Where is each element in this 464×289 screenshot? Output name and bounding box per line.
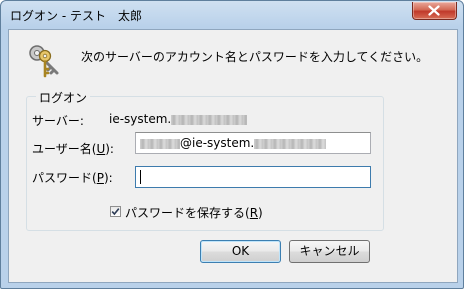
- username-field[interactable]: @ie-system.: [135, 132, 371, 154]
- close-button[interactable]: [412, 2, 457, 20]
- close-icon: [428, 5, 440, 16]
- username-access-key: U: [96, 142, 106, 156]
- instruction-text: 次のサーバーのアカウント名とパスワードを入力してください。: [81, 50, 429, 64]
- username-label-suffix: ):: [105, 142, 114, 156]
- save-password-prefix: パスワードを保存する(: [125, 206, 250, 220]
- password-label: パスワード(P):: [32, 169, 113, 186]
- username-label-prefix: ユーザー名(: [32, 142, 97, 156]
- password-label-suffix: ):: [103, 171, 113, 185]
- save-password-label[interactable]: パスワードを保存する(R): [125, 204, 263, 221]
- username-label: ユーザー名(U):: [32, 140, 114, 157]
- logon-dialog-window: ログオン - テスト 太郎 次のサーバーのアカウント名とパスワードを入力してくだ…: [0, 0, 464, 289]
- keys-icon: [29, 45, 59, 78]
- password-access-key: P: [96, 171, 104, 185]
- checkmark-icon: [111, 208, 120, 216]
- ok-button[interactable]: OK: [200, 240, 281, 263]
- redacted-text: [140, 138, 180, 149]
- password-field[interactable]: [135, 166, 371, 188]
- server-value: ie-system.: [109, 112, 248, 126]
- redacted-text: [171, 114, 248, 125]
- username-value-text: @ie-system.: [180, 136, 255, 150]
- title-bar[interactable]: ログオン - テスト 太郎: [1, 1, 463, 29]
- cancel-button[interactable]: キャンセル: [289, 240, 370, 263]
- text-caret: [140, 170, 141, 184]
- window-title: ログオン - テスト 太郎: [10, 9, 142, 23]
- password-label-prefix: パスワード(: [32, 171, 97, 185]
- server-label: サーバー:: [32, 114, 84, 128]
- server-value-text: ie-system.: [109, 112, 172, 126]
- redacted-text: [254, 138, 327, 149]
- dialog-body: 次のサーバーのアカウント名とパスワードを入力してください。 ログオン サーバー:…: [8, 29, 458, 283]
- save-password-checkbox[interactable]: [110, 206, 121, 217]
- group-title: ログオン: [36, 89, 91, 106]
- save-password-access-key: R: [249, 206, 259, 220]
- save-password-suffix: ): [258, 206, 263, 220]
